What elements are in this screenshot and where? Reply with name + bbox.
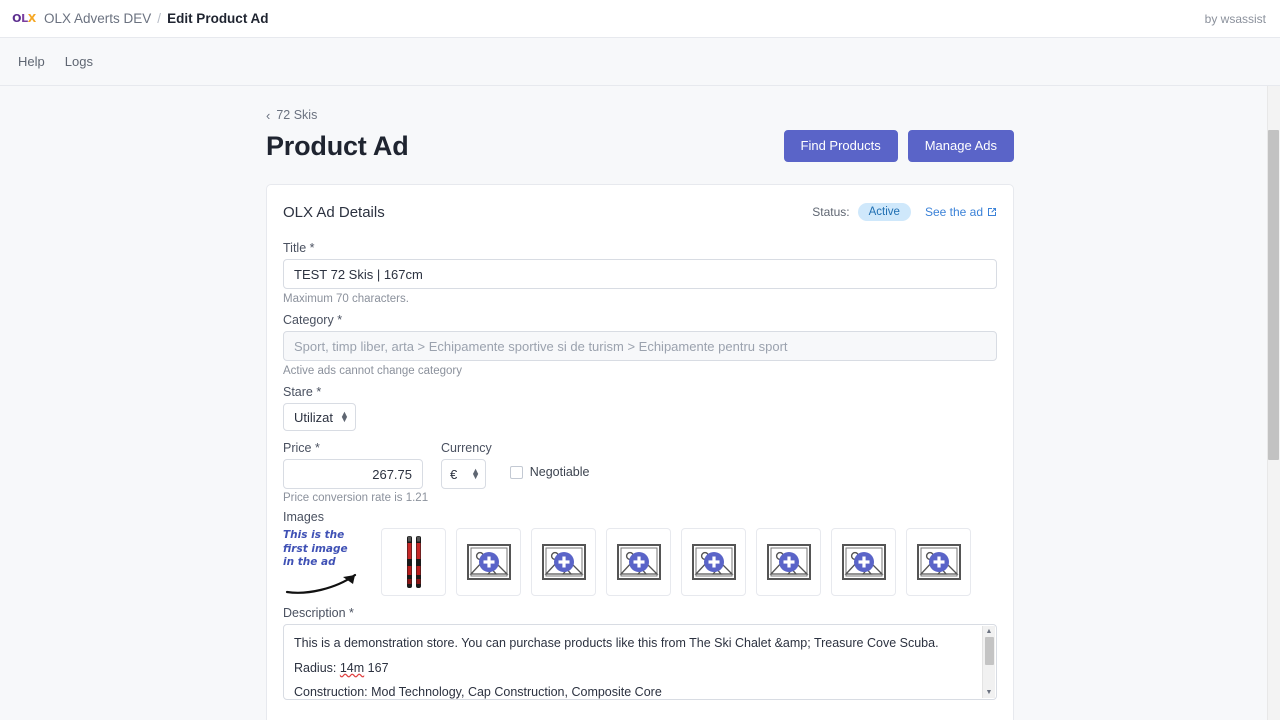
page-body: ‹ 72 Skis Product Ad Find Products Manag… xyxy=(0,86,1280,720)
ad-details-card: OLX Ad Details Status: Active See the ad xyxy=(266,184,1014,720)
add-image-placeholder-icon xyxy=(691,542,737,582)
image-slot-placeholder[interactable] xyxy=(681,528,746,596)
card-header: OLX Ad Details Status: Active See the ad xyxy=(283,203,997,221)
scroll-down-icon[interactable]: ▼ xyxy=(986,687,993,698)
breadcrumb-current: Edit Product Ad xyxy=(167,11,269,26)
image-slot-placeholder[interactable] xyxy=(606,528,671,596)
find-products-button[interactable]: Find Products xyxy=(784,130,898,162)
description-line-2: Radius: 14m 167 xyxy=(294,659,974,678)
see-the-ad-link[interactable]: See the ad xyxy=(925,205,997,219)
negotiable-label: Negotiable xyxy=(530,465,590,479)
description-misspelled-word: 14m xyxy=(340,661,364,675)
stare-select-value: Utilizat xyxy=(294,410,333,425)
description-line-1: This is a demonstration store. You can p… xyxy=(294,634,974,653)
logo-letter-x: X xyxy=(28,12,36,25)
image-slot-placeholder[interactable] xyxy=(756,528,821,596)
images-field-label: Images xyxy=(283,510,997,524)
negotiable-checkbox[interactable] xyxy=(510,466,523,479)
status-badge: Active xyxy=(858,203,911,221)
page-scrollbar[interactable] xyxy=(1267,86,1280,720)
olx-logo-icon: OLX xyxy=(14,9,34,29)
chevron-left-icon: ‹ xyxy=(266,109,270,122)
add-image-placeholder-icon xyxy=(466,542,512,582)
title-hint: Maximum 70 characters. xyxy=(283,293,997,305)
add-image-placeholder-icon xyxy=(766,542,812,582)
currency-select[interactable]: € ▲▼ xyxy=(441,459,486,489)
card-header-right: Status: Active See the ad xyxy=(812,203,997,221)
image-slot-placeholder[interactable] xyxy=(531,528,596,596)
description-line-2-suffix: 167 xyxy=(364,661,388,675)
page-header: Product Ad Find Products Manage Ads xyxy=(266,130,1014,162)
see-the-ad-label: See the ad xyxy=(925,205,983,219)
top-bar: OLX OLX Adverts DEV / Edit Product Ad by… xyxy=(0,0,1280,38)
page-title: Product Ad xyxy=(266,131,409,162)
annotation-line-1: This is the xyxy=(283,529,371,542)
image-slot-photo[interactable] xyxy=(381,528,446,596)
image-slot-placeholder[interactable] xyxy=(456,528,521,596)
title-input[interactable] xyxy=(283,259,997,289)
add-image-placeholder-icon xyxy=(916,542,962,582)
stepper-icon: ▲▼ xyxy=(340,412,349,422)
description-scrollbar-thumb[interactable] xyxy=(985,637,994,665)
description-wrapper: This is a demonstration store. You can p… xyxy=(283,624,997,700)
add-image-placeholder-icon xyxy=(841,542,887,582)
negotiable-group: Negotiable xyxy=(510,458,590,479)
description-textarea[interactable]: This is a demonstration store. You can p… xyxy=(283,624,997,700)
annotation-line-2: first image xyxy=(283,543,371,556)
secondary-nav: Help Logs xyxy=(0,38,1280,86)
first-image-annotation: This is the first image in the ad xyxy=(283,529,371,595)
image-slot-placeholder[interactable] xyxy=(906,528,971,596)
stepper-icon: ▲▼ xyxy=(471,469,480,479)
page-actions: Find Products Manage Ads xyxy=(784,130,1014,162)
back-link[interactable]: ‹ 72 Skis xyxy=(266,108,1014,122)
description-field-label: Description * xyxy=(283,606,997,620)
breadcrumb-separator: / xyxy=(157,11,161,26)
description-scrollbar[interactable]: ▲ ▼ xyxy=(982,626,995,698)
manage-ads-button[interactable]: Manage Ads xyxy=(908,130,1014,162)
logo-letter-o: O xyxy=(12,12,21,25)
byline-label: by wsassist xyxy=(1205,12,1266,26)
breadcrumb-root[interactable]: OLX Adverts DEV xyxy=(44,11,151,26)
currency-select-value: € xyxy=(450,467,457,482)
logo-letter-l: L xyxy=(21,12,28,25)
add-image-placeholder-icon xyxy=(616,542,662,582)
card-title: OLX Ad Details xyxy=(283,204,385,221)
status-label: Status: xyxy=(812,205,849,219)
back-link-label: 72 Skis xyxy=(276,108,317,122)
stare-field-label: Stare * xyxy=(283,385,997,399)
images-strip: This is the first image in the ad xyxy=(283,528,997,596)
external-link-icon xyxy=(987,207,997,217)
image-slot-placeholder[interactable] xyxy=(831,528,896,596)
category-hint: Active ads cannot change category xyxy=(283,365,997,377)
price-row: Price * Currency € ▲▼ Negotiable xyxy=(283,441,997,489)
content-container: ‹ 72 Skis Product Ad Find Products Manag… xyxy=(266,86,1014,720)
status-group: Status: Active xyxy=(812,203,911,221)
nav-item-help[interactable]: Help xyxy=(8,48,55,75)
page-scrollbar-thumb[interactable] xyxy=(1268,130,1279,460)
stare-select[interactable]: Utilizat ▲▼ xyxy=(283,403,356,431)
currency-field-label: Currency xyxy=(441,441,492,455)
currency-group: Currency € ▲▼ xyxy=(441,441,492,489)
price-input[interactable] xyxy=(283,459,423,489)
price-hint: Price conversion rate is 1.21 xyxy=(283,492,997,504)
curved-arrow-icon xyxy=(285,569,371,595)
nav-item-logs[interactable]: Logs xyxy=(55,48,103,75)
add-image-placeholder-icon xyxy=(541,542,587,582)
price-group: Price * xyxy=(283,441,423,489)
scroll-up-icon[interactable]: ▲ xyxy=(986,626,993,637)
price-field-label: Price * xyxy=(283,441,423,455)
category-field-label: Category * xyxy=(283,313,997,327)
category-input xyxy=(283,331,997,361)
annotation-line-3: in the ad xyxy=(283,556,371,569)
description-line-3: Construction: Mod Technology, Cap Constr… xyxy=(294,683,974,700)
title-field-label: Title * xyxy=(283,241,997,255)
skis-photo xyxy=(387,533,441,591)
description-line-2-prefix: Radius: xyxy=(294,661,340,675)
